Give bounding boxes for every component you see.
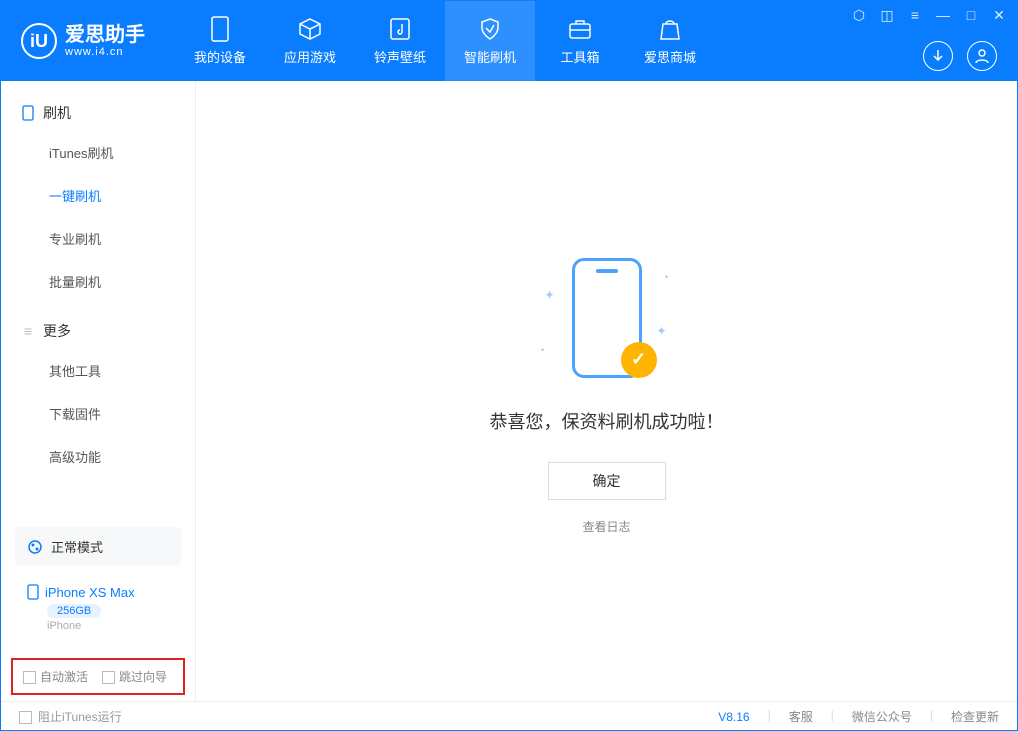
storage-badge: 256GB xyxy=(47,604,101,618)
nav-label: 应用游戏 xyxy=(284,47,336,66)
skip-guide-checkbox[interactable]: 跳过向导 xyxy=(102,668,167,685)
nav-label: 智能刷机 xyxy=(464,47,516,66)
nav-ringtones[interactable]: 铃声壁纸 xyxy=(355,1,445,81)
device-name: iPhone XS Max xyxy=(27,584,169,600)
version-label: V8.16 xyxy=(718,710,749,724)
user-button[interactable] xyxy=(967,41,997,71)
block-itunes-checkbox[interactable]: 阻止iTunes运行 xyxy=(19,708,122,725)
support-link[interactable]: 客服 xyxy=(789,708,813,725)
cube-icon xyxy=(298,17,322,41)
header: iU 爱思助手 www.i4.cn 我的设备 应用游戏 铃声壁纸 智能刷机 工具… xyxy=(1,1,1017,81)
sidebar-item-batch[interactable]: 批量刷机 xyxy=(1,260,195,303)
nav-label: 工具箱 xyxy=(560,47,599,66)
sidebar: 刷机 iTunes刷机 一键刷机 专业刷机 批量刷机 ≡ 更多 其他工具 下载固… xyxy=(1,81,196,701)
sidebar-item-oneclick[interactable]: 一键刷机 xyxy=(1,174,195,217)
nav-label: 爱思商城 xyxy=(644,47,696,66)
sparkle-icon: ✦ xyxy=(656,324,666,338)
sparkle-icon: ・ xyxy=(537,341,549,358)
sidebar-item-pro[interactable]: 专业刷机 xyxy=(1,217,195,260)
view-log-link[interactable]: 查看日志 xyxy=(582,518,630,535)
device-info[interactable]: iPhone XS Max 256GB iPhone xyxy=(15,574,181,642)
nav-apps[interactable]: 应用游戏 xyxy=(265,1,355,81)
download-button[interactable] xyxy=(923,41,953,71)
update-link[interactable]: 检查更新 xyxy=(951,708,999,725)
list-icon: ≡ xyxy=(21,324,35,338)
device-icon xyxy=(208,17,232,41)
nav-label: 铃声壁纸 xyxy=(374,47,426,66)
toolbox-icon xyxy=(568,17,592,41)
sidebar-item-other[interactable]: 其他工具 xyxy=(1,349,195,392)
nav-toolbox[interactable]: 工具箱 xyxy=(535,1,625,81)
device-type: iPhone xyxy=(47,620,169,632)
shield-icon xyxy=(478,17,502,41)
success-message: 恭喜您，保资料刷机成功啦！ xyxy=(490,408,724,434)
close-button[interactable]: ✕ xyxy=(991,7,1007,24)
tshirt-icon[interactable]: ⬡ xyxy=(851,7,867,24)
footer: 阻止iTunes运行 V8.16 | 客服 | 微信公众号 | 检查更新 xyxy=(1,701,1017,731)
nav-label: 我的设备 xyxy=(194,47,246,66)
minimize-button[interactable]: — xyxy=(935,7,951,24)
main-content: ✦ ・ ・ ✦ ✓ 恭喜您，保资料刷机成功啦！ 确定 查看日志 xyxy=(196,81,1017,701)
user-controls xyxy=(923,41,997,71)
sidebar-item-firmware[interactable]: 下载固件 xyxy=(1,392,195,435)
mode-panel[interactable]: 正常模式 xyxy=(15,527,181,566)
sparkle-icon: ・ xyxy=(660,268,672,285)
options-row: 自动激活 跳过向导 xyxy=(11,658,185,695)
mode-label: 正常模式 xyxy=(51,537,103,556)
sidebar-item-itunes[interactable]: iTunes刷机 xyxy=(1,131,195,174)
phone-small-icon xyxy=(27,584,39,600)
check-badge-icon: ✓ xyxy=(621,342,657,378)
nav-flash[interactable]: 智能刷机 xyxy=(445,1,535,81)
wechat-link[interactable]: 微信公众号 xyxy=(852,708,912,725)
feedback-icon[interactable]: ◫ xyxy=(879,7,895,24)
phone-icon xyxy=(21,106,35,120)
app-logo: iU 爱思助手 www.i4.cn xyxy=(21,23,145,59)
app-subtitle: www.i4.cn xyxy=(65,46,145,58)
group-title: 刷机 xyxy=(43,103,71,123)
group-title: 更多 xyxy=(43,321,71,341)
logo-icon: iU xyxy=(21,23,57,59)
app-title: 爱思助手 xyxy=(65,24,145,46)
mode-icon xyxy=(27,539,43,555)
ok-button[interactable]: 确定 xyxy=(548,462,666,500)
music-icon xyxy=(388,17,412,41)
auto-activate-checkbox[interactable]: 自动激活 xyxy=(23,668,88,685)
nav-store[interactable]: 爱思商城 xyxy=(625,1,715,81)
window-controls: ⬡ ◫ ≡ — □ ✕ xyxy=(851,7,1007,24)
sparkle-icon: ✦ xyxy=(545,288,555,302)
sidebar-item-advanced[interactable]: 高级功能 xyxy=(1,435,195,478)
top-nav: 我的设备 应用游戏 铃声壁纸 智能刷机 工具箱 爱思商城 xyxy=(175,1,715,81)
footer-links: | 客服 | 微信公众号 | 检查更新 xyxy=(768,708,999,725)
body: 刷机 iTunes刷机 一键刷机 专业刷机 批量刷机 ≡ 更多 其他工具 下载固… xyxy=(1,81,1017,701)
nav-my-device[interactable]: 我的设备 xyxy=(175,1,265,81)
menu-icon[interactable]: ≡ xyxy=(907,7,923,24)
sidebar-group-flash: 刷机 xyxy=(1,95,195,131)
success-illustration: ✦ ・ ・ ✦ ✓ xyxy=(537,248,677,388)
bag-icon xyxy=(658,17,682,41)
sidebar-group-more: ≡ 更多 xyxy=(1,313,195,349)
maximize-button[interactable]: □ xyxy=(963,7,979,24)
